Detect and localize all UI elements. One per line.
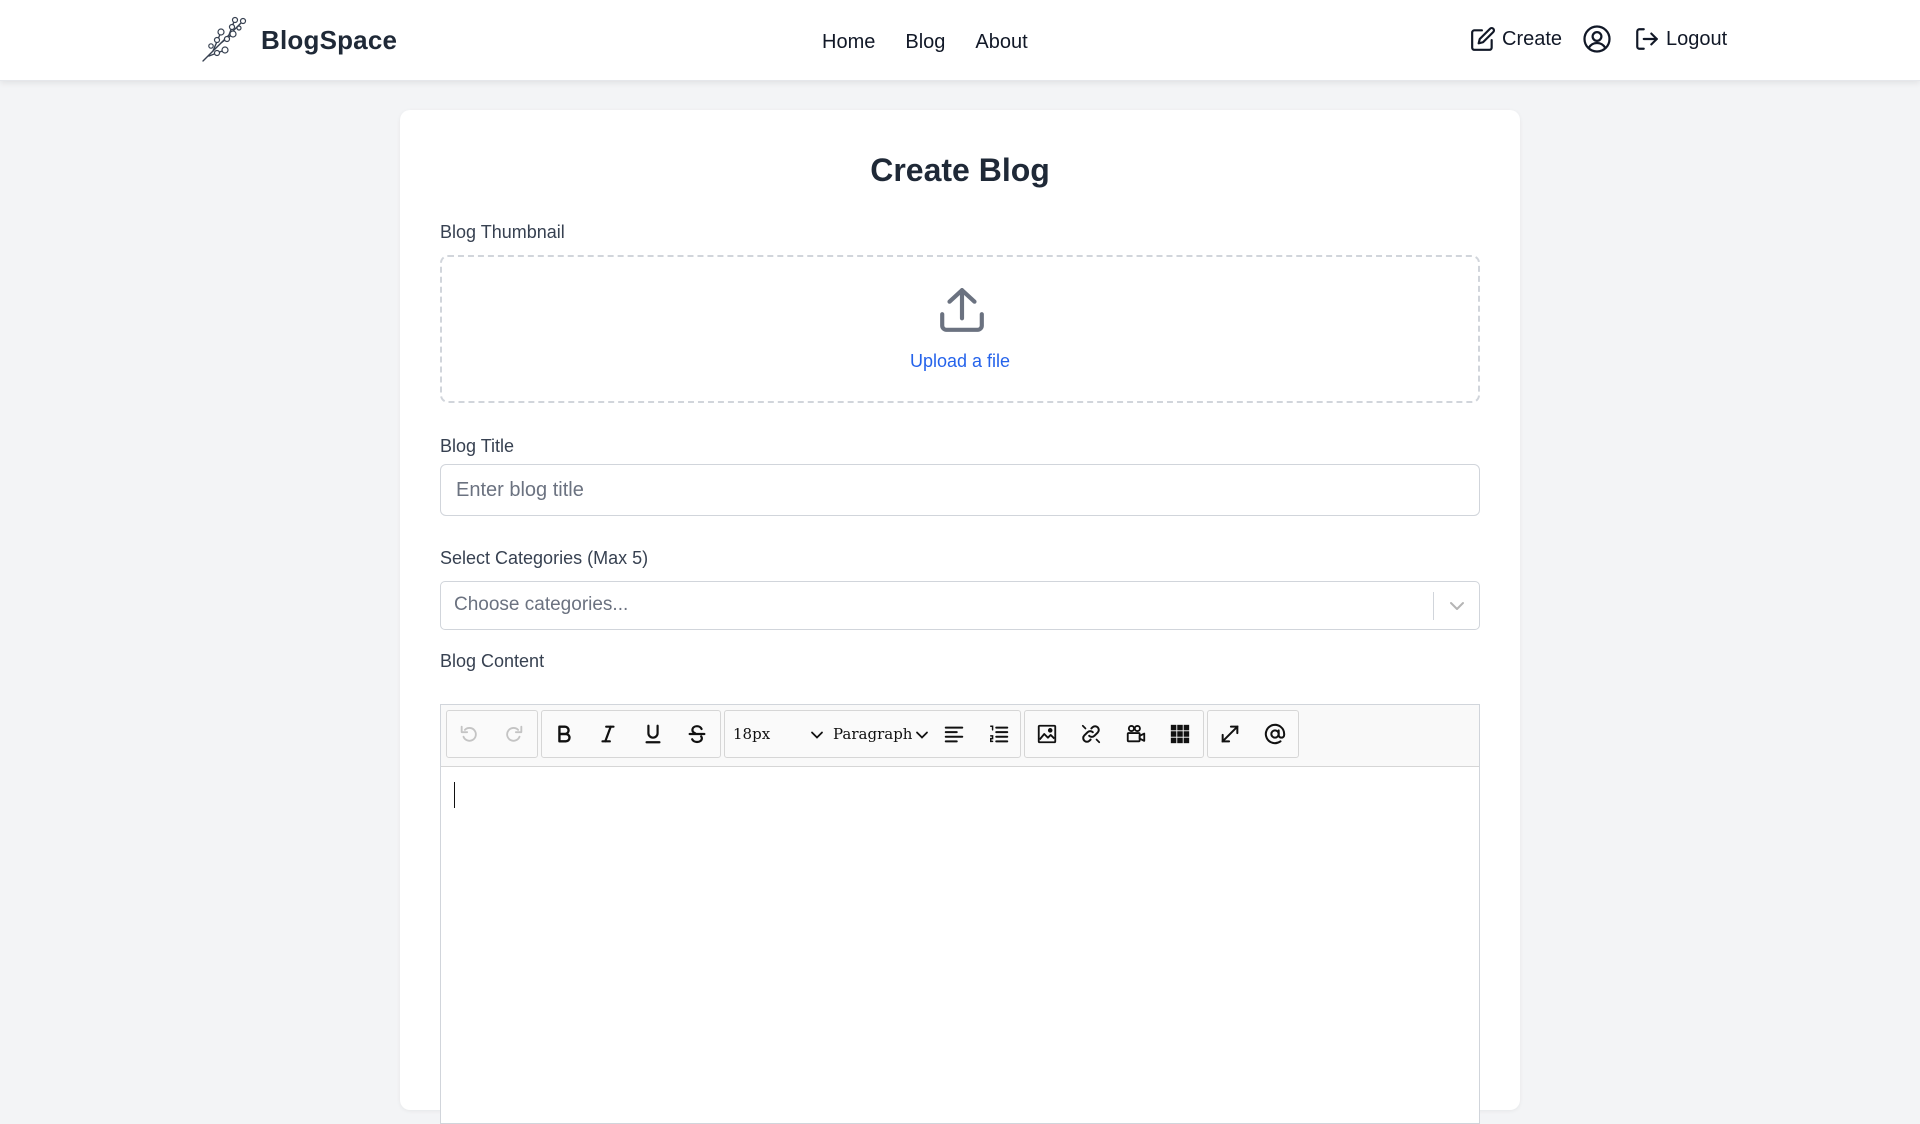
blog-content-label: Blog Content <box>440 651 545 671</box>
insert-table-button[interactable] <box>1158 711 1202 757</box>
upload-icon <box>940 288 984 332</box>
user-circle-icon <box>1583 25 1611 53</box>
insert-link-button[interactable] <box>1069 711 1113 757</box>
align-left-button[interactable] <box>932 711 976 757</box>
video-icon <box>1126 725 1146 743</box>
brand[interactable]: BlogSpace <box>199 16 397 64</box>
bold-icon <box>558 725 571 743</box>
logout-button[interactable]: Logout <box>1634 26 1727 52</box>
italic-icon <box>601 725 615 743</box>
upload-file-link[interactable]: Upload a file <box>442 351 1478 372</box>
text-format-group <box>541 710 721 758</box>
undo-icon <box>460 725 477 742</box>
image-icon <box>1037 724 1057 744</box>
editor-toolbar: 18px Paragraph <box>441 705 1479 767</box>
chevron-down-icon <box>916 731 928 739</box>
top-navbar: BlogSpace Home Blog About Create Logout <box>0 0 1920 81</box>
chevron-down-icon <box>811 731 823 739</box>
profile-button[interactable] <box>1582 24 1612 54</box>
thumbnail-dropzone[interactable]: Upload a file <box>440 255 1480 403</box>
redo-icon <box>506 725 523 742</box>
brand-name: BlogSpace <box>261 24 398 55</box>
strikethrough-icon <box>688 725 706 744</box>
redo-button[interactable] <box>492 711 536 757</box>
bold-button[interactable] <box>542 711 586 757</box>
strikethrough-button[interactable] <box>675 711 719 757</box>
mention-icon <box>1264 723 1286 745</box>
insert-image-button[interactable] <box>1025 711 1069 757</box>
undo-button[interactable] <box>447 711 491 757</box>
logout-label: Logout <box>1666 27 1728 50</box>
nav-about[interactable]: About <box>975 26 1027 58</box>
underline-icon <box>645 724 661 744</box>
history-group <box>446 710 538 758</box>
view-group <box>1207 710 1299 758</box>
editor-content-area[interactable] <box>441 767 1479 1123</box>
select-separator <box>1433 592 1434 620</box>
nav-blog[interactable]: Blog <box>905 26 945 58</box>
table-icon <box>1170 724 1190 744</box>
nav-home[interactable]: Home <box>822 26 875 58</box>
fullscreen-icon <box>1221 725 1239 743</box>
paragraph-format-group: 18px Paragraph <box>724 710 1021 758</box>
create-blog-card: Create Blog Blog Thumbnail Upload a file… <box>400 110 1520 1124</box>
underline-button[interactable] <box>631 711 675 757</box>
categories-placeholder: Choose categories... <box>454 594 629 615</box>
insert-group <box>1024 710 1204 758</box>
create-label: Create <box>1502 27 1563 50</box>
align-left-icon <box>944 726 964 743</box>
font-size-value: 18px <box>733 725 771 743</box>
ordered-list-button[interactable] <box>977 711 1021 757</box>
text-cursor <box>454 782 455 808</box>
block-format-value: Paragraph <box>833 725 913 743</box>
font-size-select[interactable]: 18px <box>733 711 828 757</box>
page-title: Create Blog <box>870 152 1050 188</box>
chevron-down-icon[interactable] <box>1447 596 1467 616</box>
rich-text-editor: 18px Paragraph <box>440 704 1480 1124</box>
blog-title-label: Blog Title <box>440 436 515 456</box>
mention-button[interactable] <box>1253 711 1297 757</box>
link-icon <box>1081 724 1101 744</box>
logout-arrow-icon <box>1636 28 1658 50</box>
categories-label: Select Categories (Max 5) <box>440 548 649 568</box>
create-button[interactable]: Create <box>1470 26 1562 52</box>
thumbnail-label: Blog Thumbnail <box>440 222 565 242</box>
insert-video-button[interactable] <box>1114 711 1158 757</box>
ordered-list-icon <box>990 725 1009 743</box>
fullscreen-button[interactable] <box>1208 711 1252 757</box>
edit-square-icon <box>1471 27 1495 51</box>
categories-select[interactable]: Choose categories... <box>440 581 1480 630</box>
italic-button[interactable] <box>586 711 630 757</box>
main-nav: Home Blog About <box>822 26 1028 58</box>
cherry-blossom-branch-icon <box>202 16 247 62</box>
header-actions: Create Logout <box>1470 24 1727 54</box>
block-format-select[interactable]: Paragraph <box>833 711 931 757</box>
blog-title-input[interactable] <box>440 464 1480 516</box>
